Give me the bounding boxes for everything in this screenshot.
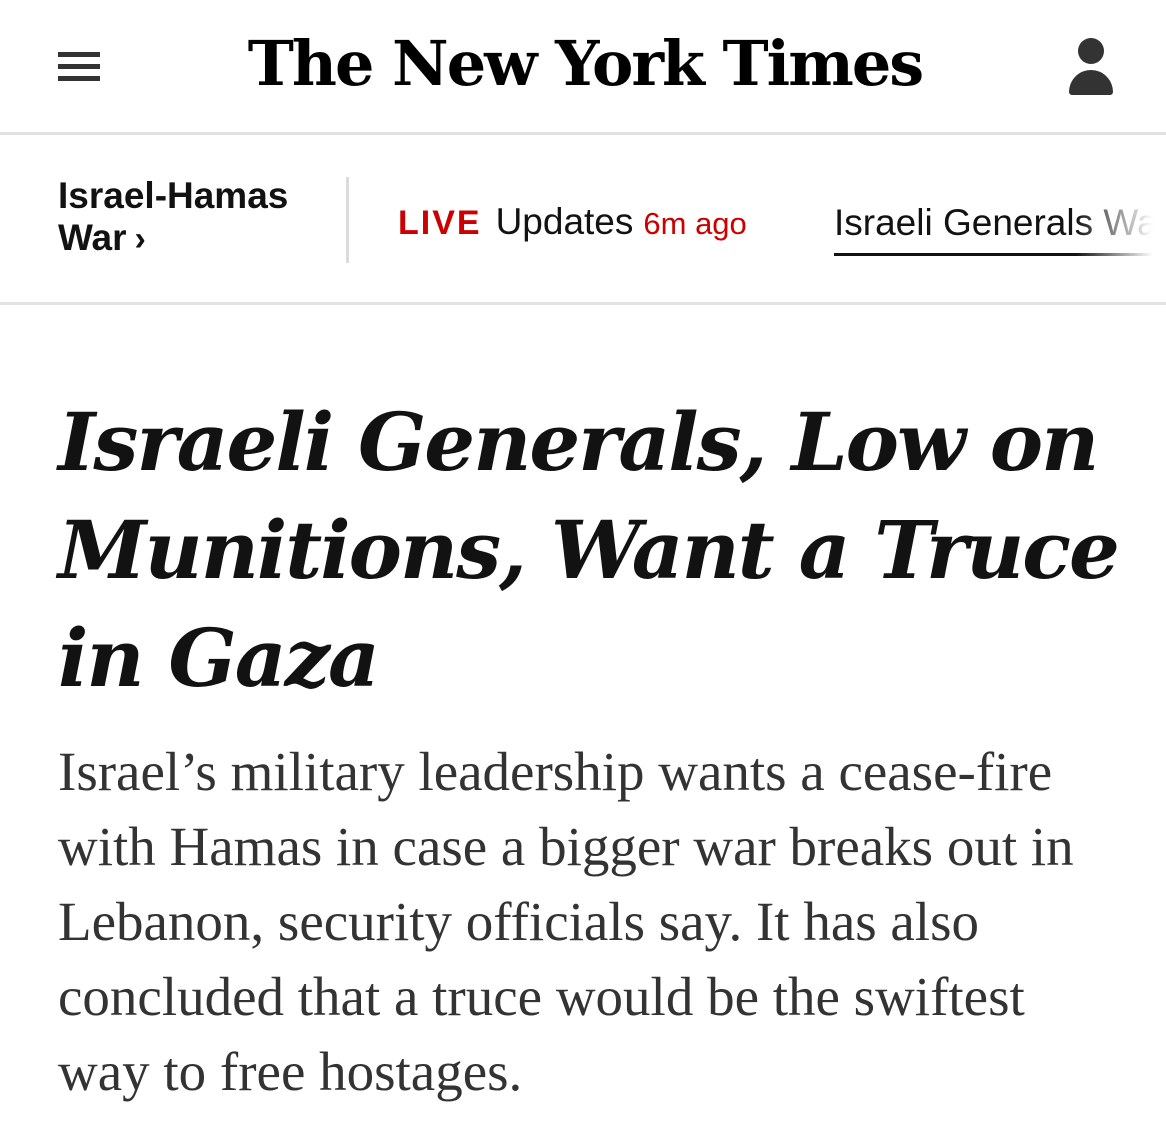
menu-line bbox=[58, 64, 100, 69]
masthead: The New York Times bbox=[0, 0, 1166, 135]
live-badge: LIVE bbox=[398, 204, 482, 242]
section-divider bbox=[346, 177, 349, 263]
live-updates-label: Updates bbox=[495, 201, 634, 242]
section-link-israel-hamas-war[interactable]: Israel-Hamas War › bbox=[58, 175, 328, 260]
article-summary: Israel’s military leadership wants a cea… bbox=[58, 741, 1074, 1102]
current-story-tab[interactable]: Israeli Generals Want a Truce in Gaza bbox=[834, 201, 1166, 256]
section-bar: Israel-Hamas War › LIVE Updates 6m ago Isra… bbox=[0, 135, 1166, 305]
live-timestamp: 6m ago bbox=[643, 206, 747, 241]
person-icon-body bbox=[1069, 70, 1113, 95]
chevron-right-icon: › bbox=[134, 220, 146, 258]
live-updates-link[interactable]: LIVE Updates 6m ago bbox=[398, 201, 747, 243]
person-icon-head bbox=[1078, 38, 1104, 64]
hamburger-menu-icon[interactable] bbox=[52, 44, 108, 92]
menu-line bbox=[58, 76, 100, 81]
article-headline: Israeli Generals, Low on Munitions, Want… bbox=[58, 395, 1120, 705]
menu-line bbox=[58, 52, 100, 57]
account-person-icon[interactable] bbox=[1062, 34, 1122, 100]
section-title: Israel-Hamas War bbox=[58, 175, 289, 258]
nyt-logo[interactable]: The New York Times bbox=[240, 24, 930, 104]
